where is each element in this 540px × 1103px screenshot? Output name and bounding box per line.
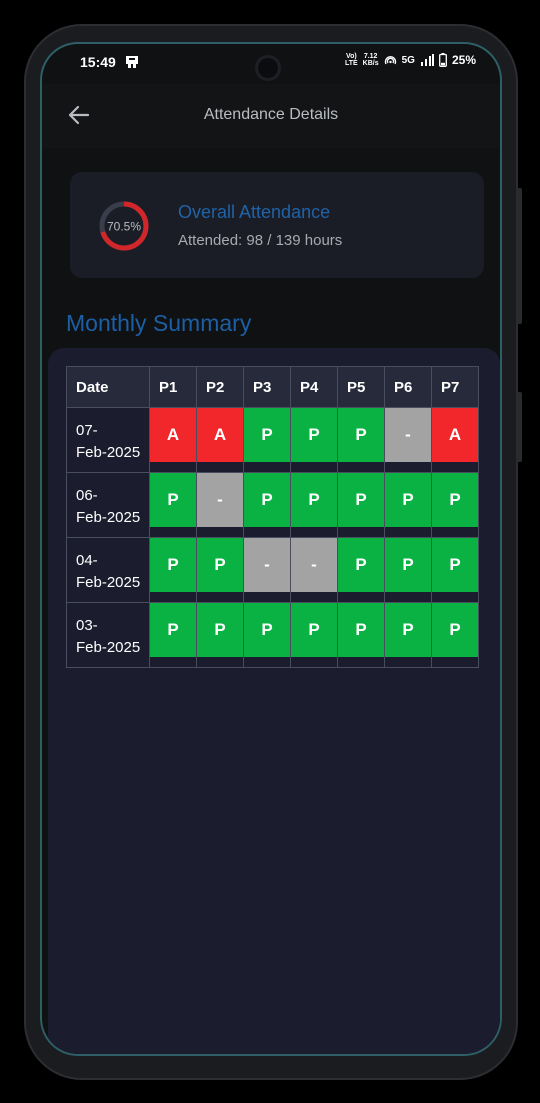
period-cell: P bbox=[243, 602, 291, 668]
absent-mark: A bbox=[432, 408, 478, 462]
volte-indicator: Vo) LTE bbox=[344, 53, 358, 67]
period-cell: P bbox=[290, 472, 338, 538]
notification-icon bbox=[126, 56, 138, 68]
signal-icon bbox=[420, 54, 434, 66]
status-time: 15:49 bbox=[80, 54, 116, 70]
battery-icon bbox=[439, 53, 447, 67]
period-cell: P bbox=[431, 602, 479, 668]
present-mark: P bbox=[385, 538, 431, 592]
no-class-mark: - bbox=[385, 408, 431, 462]
period-cell: P bbox=[243, 407, 291, 473]
monthly-summary-heading: Monthly Summary bbox=[66, 310, 252, 336]
period-cell: P bbox=[196, 602, 244, 668]
present-mark: P bbox=[150, 538, 196, 592]
row-date: 03- Feb-2025 bbox=[66, 602, 150, 668]
battery-percent: 25% bbox=[451, 53, 476, 67]
period-cell: P bbox=[384, 472, 432, 538]
table-row: 04- Feb-2025 P P - - P P P bbox=[66, 537, 479, 603]
overall-attendance-card: 70.5% Overall Attendance Attended: 98 / … bbox=[70, 172, 484, 278]
present-mark: P bbox=[338, 408, 384, 462]
row-date: 06- Feb-2025 bbox=[66, 472, 150, 538]
period-cell: P bbox=[431, 537, 479, 603]
period-cell: A bbox=[431, 407, 479, 473]
no-class-mark: - bbox=[291, 538, 337, 592]
present-mark: P bbox=[244, 603, 290, 657]
app-bar: Attendance Details bbox=[42, 84, 500, 148]
present-mark: P bbox=[432, 473, 478, 527]
header-date: Date bbox=[66, 366, 150, 408]
present-mark: P bbox=[338, 603, 384, 657]
period-cell: A bbox=[149, 407, 197, 473]
network-generation: 5G bbox=[401, 54, 415, 66]
present-mark: P bbox=[432, 538, 478, 592]
screen: 15:49 Vo) LTE 7.12 KB/s 5G 25% Attendanc… bbox=[42, 44, 500, 1054]
network-speed: 7.12 KB/s bbox=[362, 53, 379, 67]
present-mark: P bbox=[244, 473, 290, 527]
period-cell: P bbox=[290, 407, 338, 473]
period-cell: P bbox=[337, 537, 385, 603]
table-row: 07- Feb-2025 A A P P P - A bbox=[66, 407, 479, 473]
status-bar: 15:49 Vo) LTE 7.12 KB/s 5G 25% bbox=[42, 44, 500, 84]
present-mark: P bbox=[150, 473, 196, 527]
period-cell: P bbox=[149, 472, 197, 538]
attended-hours: Attended: 98 / 139 hours bbox=[178, 232, 343, 249]
period-cell: P bbox=[384, 602, 432, 668]
page-title: Attendance Details bbox=[203, 106, 339, 123]
present-mark: P bbox=[291, 473, 337, 527]
no-class-mark: - bbox=[244, 538, 290, 592]
header-p4: P4 bbox=[290, 366, 338, 408]
period-cell: P bbox=[337, 602, 385, 668]
power-button bbox=[516, 392, 522, 462]
period-cell: P bbox=[149, 602, 197, 668]
present-mark: P bbox=[291, 603, 337, 657]
period-cell: P bbox=[196, 537, 244, 603]
period-cell: P bbox=[384, 537, 432, 603]
front-camera bbox=[258, 58, 278, 78]
absent-mark: A bbox=[197, 408, 243, 462]
present-mark: P bbox=[385, 473, 431, 527]
present-mark: P bbox=[432, 603, 478, 657]
period-cell: - bbox=[243, 537, 291, 603]
attendance-table: Date P1 P2 P3 P4 P5 P6 P7 07- Feb-2025 A A P… bbox=[66, 366, 479, 668]
table-row: 06- Feb-2025 P - P P P P P bbox=[66, 472, 479, 538]
table-row: 03- Feb-2025 P P P P P P P bbox=[66, 602, 479, 668]
row-date: 07- Feb-2025 bbox=[66, 407, 150, 473]
volume-button bbox=[516, 188, 522, 324]
present-mark: P bbox=[197, 603, 243, 657]
period-cell: P bbox=[337, 472, 385, 538]
period-cell: P bbox=[149, 537, 197, 603]
header-p7: P7 bbox=[431, 366, 479, 408]
period-cell: - bbox=[196, 472, 244, 538]
overall-attendance-title: Overall Attendance bbox=[178, 202, 331, 222]
header-p6: P6 bbox=[384, 366, 432, 408]
system-icons: Vo) LTE 7.12 KB/s 5G 25% bbox=[345, 53, 476, 67]
attendance-percent-label: 70.5% bbox=[107, 220, 141, 234]
hotspot-icon bbox=[384, 55, 396, 64]
header-p3: P3 bbox=[243, 366, 291, 408]
header-p2: P2 bbox=[196, 366, 244, 408]
absent-mark: A bbox=[150, 408, 196, 462]
period-cell: P bbox=[243, 472, 291, 538]
period-cell: P bbox=[431, 472, 479, 538]
present-mark: P bbox=[385, 603, 431, 657]
present-mark: P bbox=[338, 473, 384, 527]
present-mark: P bbox=[338, 538, 384, 592]
period-cell: P bbox=[290, 602, 338, 668]
table-header-row: Date P1 P2 P3 P4 P5 P6 P7 bbox=[66, 366, 479, 408]
present-mark: P bbox=[244, 408, 290, 462]
period-cell: P bbox=[337, 407, 385, 473]
present-mark: P bbox=[150, 603, 196, 657]
present-mark: P bbox=[291, 408, 337, 462]
period-cell: A bbox=[196, 407, 244, 473]
attendance-progress-ring: 70.5% bbox=[99, 201, 149, 251]
no-class-mark: - bbox=[197, 473, 243, 527]
period-cell: - bbox=[290, 537, 338, 603]
row-date: 04- Feb-2025 bbox=[66, 537, 150, 603]
present-mark: P bbox=[197, 538, 243, 592]
period-cell: - bbox=[384, 407, 432, 473]
header-p5: P5 bbox=[337, 366, 385, 408]
header-p1: P1 bbox=[149, 366, 197, 408]
